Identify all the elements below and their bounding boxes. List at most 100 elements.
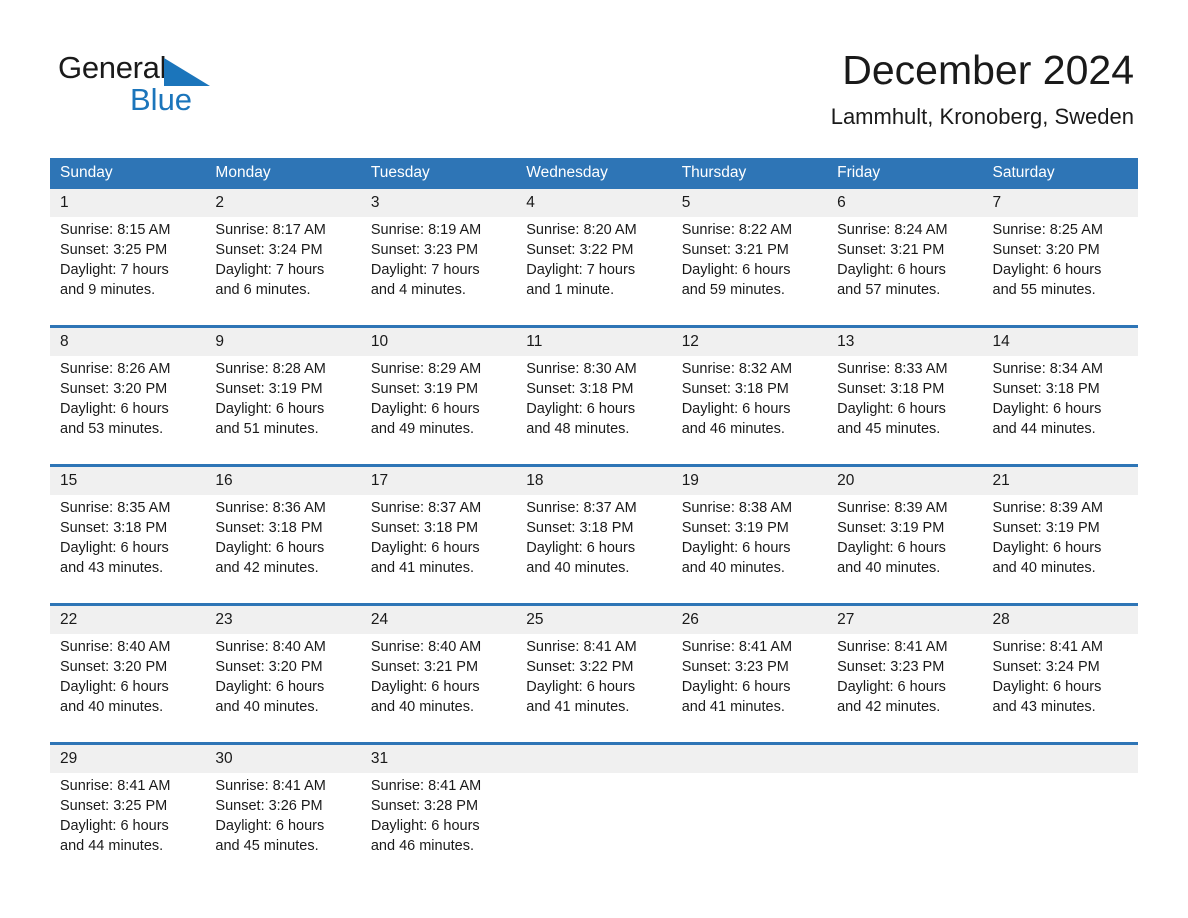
day-cell[interactable]: Sunrise: 8:35 AM Sunset: 3:18 PM Dayligh…	[50, 495, 206, 592]
day-number[interactable]: 23	[205, 606, 361, 634]
day-cell[interactable]: Sunrise: 8:40 AM Sunset: 3:21 PM Dayligh…	[360, 634, 517, 731]
daylight-line-2: and 45 minutes.	[215, 838, 319, 854]
day-number[interactable]: 31	[360, 745, 517, 773]
day-number[interactable]: 14	[982, 328, 1138, 356]
week-row-details: Sunrise: 8:15 AM Sunset: 3:25 PM Dayligh…	[50, 217, 1138, 314]
daylight-line-1: Daylight: 6 hours	[60, 818, 169, 834]
daylight-line-2: and 41 minutes.	[370, 560, 475, 576]
daylight-line-2: and 53 minutes.	[60, 421, 164, 437]
day-number[interactable]: 20	[827, 467, 983, 495]
day-number[interactable]: 11	[516, 328, 672, 356]
day-number[interactable]: 9	[205, 328, 361, 356]
sunrise-line: Sunrise: 8:40 AM	[215, 639, 326, 655]
daylight-line-2: and 40 minutes.	[681, 560, 785, 576]
day-number[interactable]: 13	[827, 328, 983, 356]
day-number[interactable]: 10	[360, 328, 517, 356]
weekday-header-monday: Monday	[205, 158, 361, 189]
day-cell[interactable]: Sunrise: 8:41 AM Sunset: 3:28 PM Dayligh…	[360, 773, 517, 870]
day-number[interactable]: 26	[671, 606, 828, 634]
day-cell[interactable]: Sunrise: 8:25 AM Sunset: 3:20 PM Dayligh…	[982, 217, 1138, 314]
sunrise-line: Sunrise: 8:28 AM	[215, 361, 326, 377]
day-number[interactable]: 29	[50, 745, 206, 773]
daylight-line-2: and 40 minutes.	[992, 560, 1096, 576]
day-number[interactable]: 12	[671, 328, 828, 356]
day-cell[interactable]: Sunrise: 8:29 AM Sunset: 3:19 PM Dayligh…	[360, 356, 517, 453]
day-number[interactable]: 5	[671, 189, 828, 217]
sunrise-line: Sunrise: 8:41 AM	[837, 639, 948, 655]
general-blue-logo[interactable]: General Blue	[58, 52, 238, 122]
day-cell[interactable]: Sunrise: 8:20 AM Sunset: 3:22 PM Dayligh…	[516, 217, 672, 314]
sunrise-line: Sunrise: 8:40 AM	[370, 639, 482, 655]
daylight-line-1: Daylight: 6 hours	[370, 401, 480, 417]
day-number[interactable]: 2	[205, 189, 361, 217]
sunset-line: Sunset: 3:24 PM	[215, 242, 323, 258]
daylight-line-2: and 6 minutes.	[215, 282, 311, 298]
daylight-line-2: and 51 minutes.	[215, 421, 319, 437]
day-cell[interactable]: Sunrise: 8:30 AM Sunset: 3:18 PM Dayligh…	[516, 356, 672, 453]
day-cell[interactable]: Sunrise: 8:39 AM Sunset: 3:19 PM Dayligh…	[982, 495, 1138, 592]
day-cell[interactable]: Sunrise: 8:40 AM Sunset: 3:20 PM Dayligh…	[50, 634, 206, 731]
day-cell[interactable]: Sunrise: 8:41 AM Sunset: 3:22 PM Dayligh…	[516, 634, 672, 731]
day-number[interactable]: 15	[50, 467, 206, 495]
day-cell[interactable]: Sunrise: 8:40 AM Sunset: 3:20 PM Dayligh…	[205, 634, 361, 731]
day-cell[interactable]: Sunrise: 8:41 AM Sunset: 3:24 PM Dayligh…	[982, 634, 1138, 731]
day-number[interactable]: 22	[50, 606, 206, 634]
day-number[interactable]: 19	[671, 467, 828, 495]
day-cell[interactable]: Sunrise: 8:22 AM Sunset: 3:21 PM Dayligh…	[671, 217, 828, 314]
day-cell[interactable]: Sunrise: 8:33 AM Sunset: 3:18 PM Dayligh…	[827, 356, 983, 453]
sunrise-line: Sunrise: 8:41 AM	[681, 639, 793, 655]
sunset-line: Sunset: 3:21 PM	[370, 659, 479, 675]
day-cell[interactable]: Sunrise: 8:39 AM Sunset: 3:19 PM Dayligh…	[827, 495, 983, 592]
sunrise-line: Sunrise: 8:33 AM	[837, 361, 948, 377]
sunset-line: Sunset: 3:18 PM	[526, 520, 634, 536]
day-number[interactable]: 1	[50, 189, 206, 217]
day-cell[interactable]: Sunrise: 8:41 AM Sunset: 3:26 PM Dayligh…	[205, 773, 361, 870]
day-cell[interactable]: Sunrise: 8:38 AM Sunset: 3:19 PM Dayligh…	[671, 495, 828, 592]
weekday-header-sunday: Sunday	[50, 158, 206, 189]
day-number[interactable]: 30	[205, 745, 361, 773]
day-number[interactable]: 27	[827, 606, 983, 634]
day-cell[interactable]: Sunrise: 8:41 AM Sunset: 3:23 PM Dayligh…	[671, 634, 828, 731]
day-number[interactable]: 18	[516, 467, 672, 495]
day-number[interactable]: 24	[360, 606, 517, 634]
sunset-line: Sunset: 3:23 PM	[370, 242, 479, 258]
daylight-line-2: and 42 minutes.	[215, 560, 319, 576]
day-cell[interactable]: Sunrise: 8:19 AM Sunset: 3:23 PM Dayligh…	[360, 217, 517, 314]
daylight-line-1: Daylight: 6 hours	[215, 679, 325, 695]
day-cell[interactable]: Sunrise: 8:32 AM Sunset: 3:18 PM Dayligh…	[671, 356, 828, 453]
day-cell[interactable]: Sunrise: 8:37 AM Sunset: 3:18 PM Dayligh…	[516, 495, 672, 592]
day-cell[interactable]: Sunrise: 8:37 AM Sunset: 3:18 PM Dayligh…	[360, 495, 517, 592]
day-number[interactable]: 4	[516, 189, 672, 217]
day-cell[interactable]: Sunrise: 8:34 AM Sunset: 3:18 PM Dayligh…	[982, 356, 1138, 453]
week-row-daynumbers: 1 2 3 4 5 6 7	[50, 189, 1138, 217]
day-number[interactable]: 21	[982, 467, 1138, 495]
day-cell[interactable]: Sunrise: 8:15 AM Sunset: 3:25 PM Dayligh…	[50, 217, 206, 314]
daylight-line-2: and 40 minutes.	[215, 699, 319, 715]
title-block: December 2024 Lammhult, Kronoberg, Swede…	[831, 46, 1134, 132]
day-number[interactable]: 16	[205, 467, 361, 495]
day-cell[interactable]: Sunrise: 8:41 AM Sunset: 3:25 PM Dayligh…	[50, 773, 206, 870]
sunrise-line: Sunrise: 8:41 AM	[370, 778, 482, 794]
day-number[interactable]: 6	[827, 189, 983, 217]
day-cell[interactable]: Sunrise: 8:28 AM Sunset: 3:19 PM Dayligh…	[205, 356, 361, 453]
day-number[interactable]: 3	[360, 189, 517, 217]
sunrise-line: Sunrise: 8:26 AM	[60, 361, 171, 377]
day-number[interactable]: 25	[516, 606, 672, 634]
sunrise-line: Sunrise: 8:40 AM	[60, 639, 171, 655]
day-cell[interactable]: Sunrise: 8:17 AM Sunset: 3:24 PM Dayligh…	[205, 217, 361, 314]
weekday-header-saturday: Saturday	[982, 158, 1138, 189]
day-cell[interactable]: Sunrise: 8:26 AM Sunset: 3:20 PM Dayligh…	[50, 356, 206, 453]
day-number[interactable]: 28	[982, 606, 1138, 634]
day-number[interactable]: 8	[50, 328, 206, 356]
sunrise-line: Sunrise: 8:22 AM	[681, 222, 793, 238]
week-row-details: Sunrise: 8:40 AM Sunset: 3:20 PM Dayligh…	[50, 634, 1138, 731]
daylight-line-1: Daylight: 7 hours	[60, 262, 169, 278]
daylight-line-1: Daylight: 6 hours	[992, 401, 1102, 417]
day-number[interactable]: 7	[982, 189, 1138, 217]
daylight-line-2: and 41 minutes.	[681, 699, 785, 715]
day-cell[interactable]: Sunrise: 8:41 AM Sunset: 3:23 PM Dayligh…	[827, 634, 983, 731]
day-cell[interactable]: Sunrise: 8:36 AM Sunset: 3:18 PM Dayligh…	[205, 495, 361, 592]
day-number[interactable]: 17	[360, 467, 517, 495]
daylight-line-1: Daylight: 6 hours	[526, 401, 636, 417]
day-cell[interactable]: Sunrise: 8:24 AM Sunset: 3:21 PM Dayligh…	[827, 217, 983, 314]
